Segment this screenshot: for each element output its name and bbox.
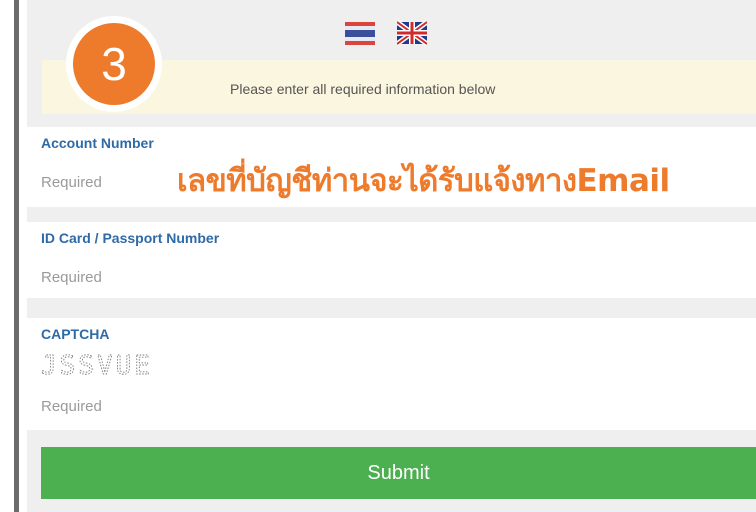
captcha-field: CAPTCHA JSSVUE <box>27 318 756 430</box>
captcha-input[interactable] <box>41 395 721 417</box>
account-number-input[interactable] <box>41 171 151 193</box>
captcha-image: JSSVUE <box>41 351 153 378</box>
captcha-text: JSSVUE <box>41 351 153 378</box>
id-card-input[interactable] <box>41 266 721 288</box>
uk-flag-icon[interactable] <box>395 19 429 47</box>
submit-button[interactable]: Submit <box>41 447 756 499</box>
account-number-field: Account Number เลขที่บัญชีท่านจะได้รับแจ… <box>27 127 756 207</box>
captcha-label: CAPTCHA <box>41 326 110 342</box>
page: Please enter all required information be… <box>0 0 756 512</box>
account-number-label: Account Number <box>41 135 154 151</box>
notice-text: Please enter all required information be… <box>230 81 496 97</box>
id-card-label: ID Card / Passport Number <box>41 230 220 246</box>
step-number: 3 <box>73 23 155 105</box>
id-card-field: ID Card / Passport Number <box>27 222 756 298</box>
account-number-annotation: เลขที่บัญชีท่านจะได้รับแจ้งทางEmail <box>177 163 670 199</box>
left-border <box>14 0 19 512</box>
thailand-flag-icon[interactable] <box>345 20 375 46</box>
